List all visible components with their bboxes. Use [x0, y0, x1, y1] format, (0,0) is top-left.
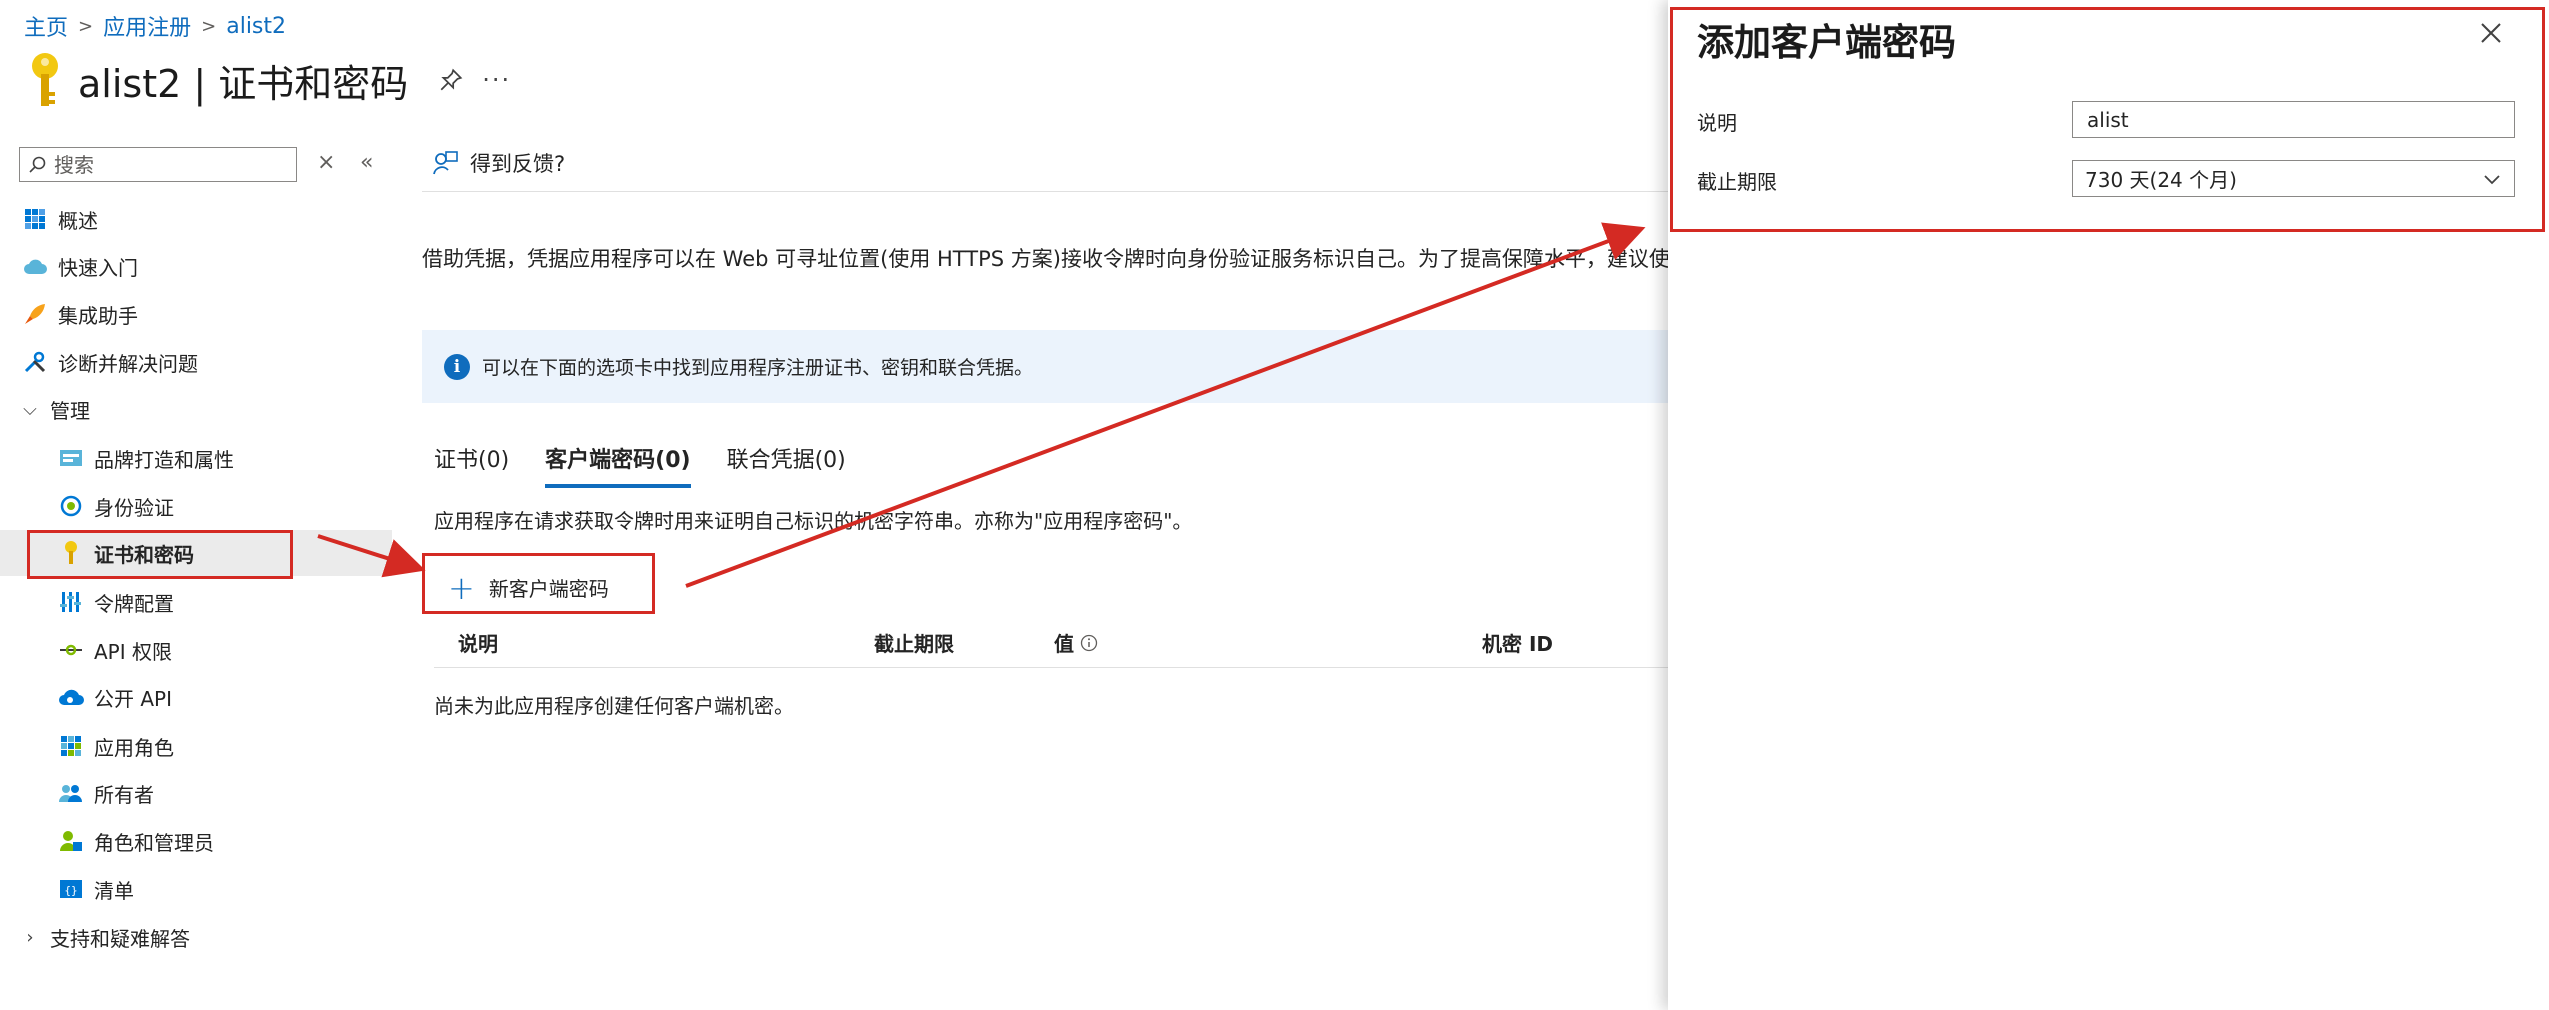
annotation-arrow-to-panel — [685, 222, 1646, 588]
annotation-box-panel — [1670, 7, 2545, 232]
annotation-arrow-to-new-secret — [317, 534, 426, 578]
